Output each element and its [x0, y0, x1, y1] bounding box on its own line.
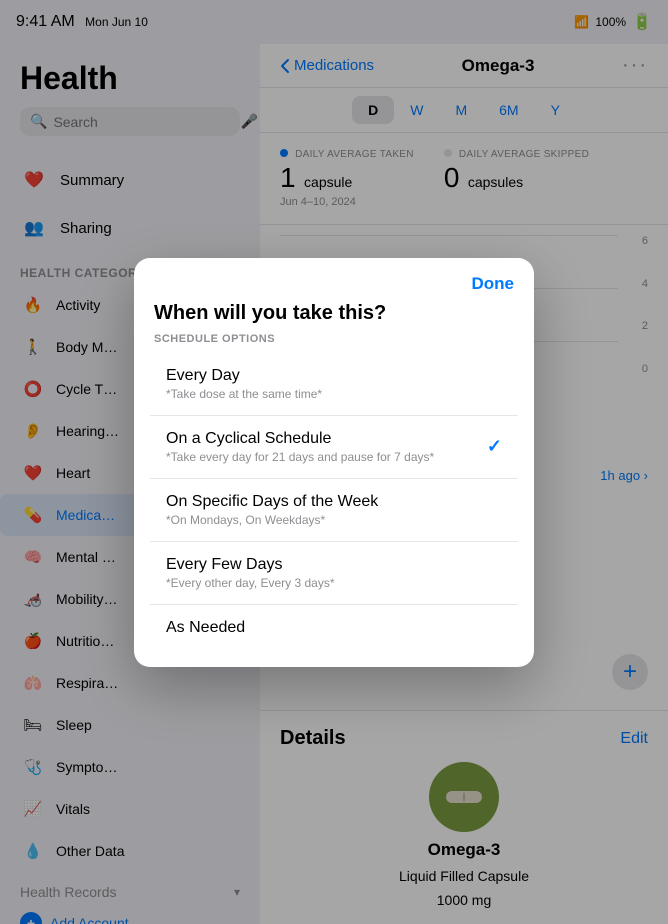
option-every-day-text: Every Day *Take dose at the same time* — [166, 367, 322, 401]
option-every-few-days-text: Every Few Days *Every other day, Every 3… — [166, 556, 335, 590]
option-specific-days-subtitle: *On Mondays, On Weekdays* — [166, 513, 378, 527]
modal-section-label: SCHEDULE OPTIONS — [134, 333, 534, 353]
option-cyclical-text: On a Cyclical Schedule *Take every day f… — [166, 430, 434, 464]
schedule-modal: Done When will you take this? SCHEDULE O… — [134, 258, 534, 667]
option-as-needed[interactable]: As Needed — [150, 605, 518, 651]
option-cyclical-subtitle: *Take every day for 21 days and pause fo… — [166, 450, 434, 464]
modal-header: Done — [134, 258, 534, 302]
option-specific-days-title: On Specific Days of the Week — [166, 493, 378, 511]
modal-title: When will you take this? — [134, 302, 534, 333]
option-every-few-days-subtitle: *Every other day, Every 3 days* — [166, 576, 335, 590]
schedule-options-list: Every Day *Take dose at the same time* O… — [150, 353, 518, 651]
option-every-day[interactable]: Every Day *Take dose at the same time* — [150, 353, 518, 416]
option-specific-days-text: On Specific Days of the Week *On Mondays… — [166, 493, 378, 527]
option-cyclical[interactable]: On a Cyclical Schedule *Take every day f… — [150, 416, 518, 479]
option-as-needed-title: As Needed — [166, 619, 245, 637]
option-specific-days[interactable]: On Specific Days of the Week *On Mondays… — [150, 479, 518, 542]
option-cyclical-title: On a Cyclical Schedule — [166, 430, 434, 448]
option-every-few-days-title: Every Few Days — [166, 556, 335, 574]
option-every-day-title: Every Day — [166, 367, 322, 385]
option-as-needed-text: As Needed — [166, 619, 245, 637]
cyclical-checkmark: ✓ — [487, 436, 502, 457]
option-every-few-days[interactable]: Every Few Days *Every other day, Every 3… — [150, 542, 518, 605]
modal-overlay: Done When will you take this? SCHEDULE O… — [0, 0, 668, 924]
option-every-day-subtitle: *Take dose at the same time* — [166, 387, 322, 401]
modal-done-button[interactable]: Done — [472, 274, 515, 294]
